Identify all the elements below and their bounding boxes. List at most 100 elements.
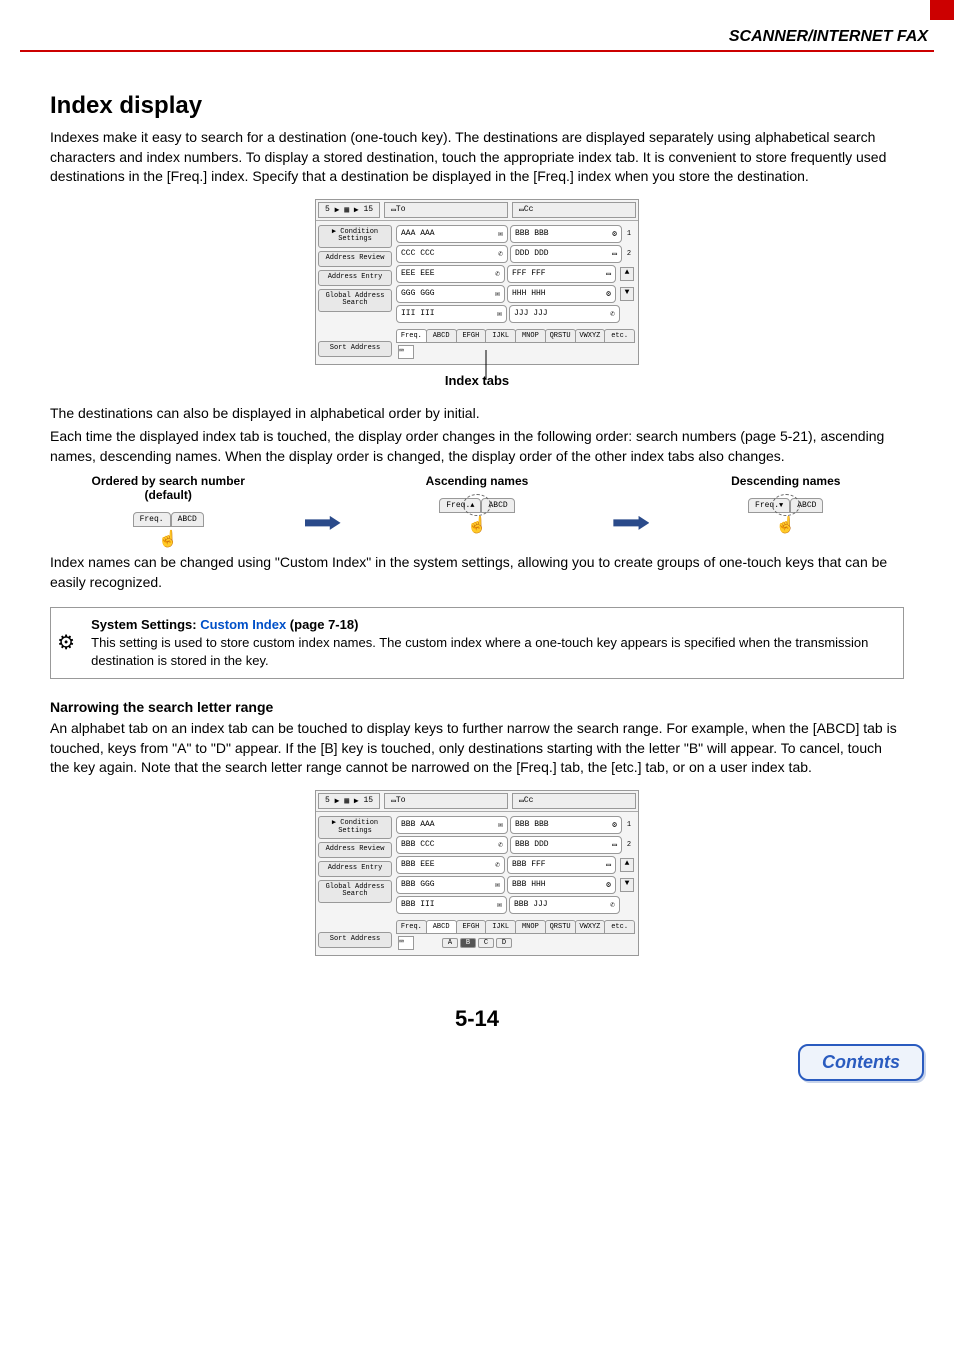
arrow-icon <box>613 516 649 530</box>
custom-index-link[interactable]: Custom Index <box>200 617 286 632</box>
index-tabs: Freq. ABCD EFGH IJKL MNOP QRSTU VWXYZ et… <box>396 329 634 343</box>
group-icon: ⚙ <box>612 820 617 830</box>
one-touch-key[interactable]: BBB BBB⚙ <box>510 816 622 834</box>
system-settings-note: ⚙ System Settings: Custom Index (page 7-… <box>50 607 904 680</box>
settings-icon: ⚙ <box>51 608 81 679</box>
page-title: Index display <box>50 92 904 120</box>
folder-icon: ▭ <box>612 249 617 259</box>
subtab-b[interactable]: B <box>460 938 476 948</box>
one-touch-key[interactable]: BBB BBB⚙ <box>510 225 622 243</box>
subtab-d[interactable]: D <box>496 938 512 948</box>
tab-etc[interactable]: etc. <box>604 920 635 934</box>
mini-tab-abcd: ABCD <box>790 498 823 513</box>
tab-mnop[interactable]: MNOP <box>515 329 546 343</box>
tab-ijkl[interactable]: IJKL <box>485 329 516 343</box>
address-review-btn[interactable]: Address Review <box>318 842 392 858</box>
index-tabs: Freq. ABCD EFGH IJKL MNOP QRSTU VWXYZ et… <box>396 920 634 934</box>
hand-icon: ☝ <box>377 515 577 535</box>
page-number: 5-14 <box>0 1006 954 1032</box>
one-touch-key[interactable]: BBB AAA✉ <box>396 816 508 834</box>
tab-vwxyz[interactable]: VWXYZ <box>575 920 606 934</box>
mode-label: Ordered by search number (default) <box>68 474 268 502</box>
phone-icon: ✆ <box>495 860 500 870</box>
subheading: Narrowing the search letter range <box>50 699 904 715</box>
address-entry-btn[interactable]: Address Entry <box>318 270 392 286</box>
one-touch-key[interactable]: BBB FFF▭ <box>507 856 616 874</box>
one-touch-key[interactable]: BBB JJJ✆ <box>509 896 620 914</box>
address-entry-btn[interactable]: Address Entry <box>318 861 392 877</box>
keyboard-icon[interactable]: ⌨ <box>398 345 414 359</box>
count-indicator: 5 ▶ ▦ ▶ 15 <box>318 202 380 218</box>
count-indicator: 5 ▶ ▦ ▶ 15 <box>318 793 380 809</box>
folder-icon: ▭ <box>606 860 611 870</box>
scroll-up-btn[interactable]: ▲ <box>620 858 634 872</box>
one-touch-key[interactable]: BBB GGG✉ <box>396 876 505 894</box>
section-header: SCANNER/INTERNET FAX <box>20 28 934 50</box>
tab-qrstu[interactable]: QRSTU <box>545 329 576 343</box>
order-modes-diagram: Ordered by search number (default) Freq.… <box>50 474 904 549</box>
cc-field[interactable]: ▭ Cc <box>512 202 636 218</box>
mode-label: Descending names <box>686 474 886 488</box>
cc-field[interactable]: ▭ Cc <box>512 793 636 809</box>
one-touch-key[interactable]: BBB HHH⚙ <box>507 876 616 894</box>
mini-tab-freq: Freq. <box>133 512 171 527</box>
one-touch-key[interactable]: BBB III✉ <box>396 896 507 914</box>
subtab-a[interactable]: A <box>442 938 458 948</box>
tab-freq[interactable]: Freq. <box>396 920 427 934</box>
one-touch-key[interactable]: AAA AAA✉ <box>396 225 508 243</box>
body-text: Index names can be changed using "Custom… <box>50 553 904 592</box>
tab-efgh[interactable]: EFGH <box>456 329 487 343</box>
tab-ijkl[interactable]: IJKL <box>485 920 516 934</box>
one-touch-key[interactable]: CCC CCC✆ <box>396 245 508 263</box>
sort-address-btn[interactable]: Sort Address <box>318 932 392 948</box>
one-touch-key[interactable]: BBB DDD▭ <box>510 836 622 854</box>
mail-icon: ✉ <box>495 880 500 890</box>
one-touch-key[interactable]: BBB EEE✆ <box>396 856 505 874</box>
tab-vwxyz[interactable]: VWXYZ <box>575 329 606 343</box>
mail-icon: ✉ <box>498 820 503 830</box>
hand-icon: ☝ <box>68 529 268 549</box>
tab-abcd[interactable]: ABCD <box>426 920 457 934</box>
scroll-down-btn[interactable]: ▼ <box>620 878 634 892</box>
one-touch-key[interactable]: BBB CCC✆ <box>396 836 508 854</box>
mail-icon: ✉ <box>495 289 500 299</box>
tab-efgh[interactable]: EFGH <box>456 920 487 934</box>
one-touch-key[interactable]: JJJ JJJ✆ <box>509 305 620 323</box>
letter-subtabs: A B C D <box>442 938 514 948</box>
address-panel-figure-1: 5 ▶ ▦ ▶ 15 ▭ To ▭ Cc ▶ Condition Setting… <box>315 199 639 365</box>
body-text: An alphabet tab on an index tab can be t… <box>50 719 904 778</box>
one-touch-key[interactable]: EEE EEE✆ <box>396 265 505 283</box>
one-touch-key[interactable]: HHH HHH⚙ <box>507 285 616 303</box>
contents-button[interactable]: Contents <box>798 1044 924 1081</box>
sort-address-btn[interactable]: Sort Address <box>318 341 392 357</box>
note-label: System Settings: <box>91 617 200 632</box>
scroll-down-btn[interactable]: ▼ <box>620 287 634 301</box>
tab-mnop[interactable]: MNOP <box>515 920 546 934</box>
scroll-up-btn[interactable]: ▲ <box>620 267 634 281</box>
condition-settings-btn[interactable]: ▶ Condition Settings <box>318 225 392 248</box>
body-text: The destinations can also be displayed i… <box>50 404 904 424</box>
phone-icon: ✆ <box>610 309 615 319</box>
mail-icon: ✉ <box>497 900 502 910</box>
one-touch-key[interactable]: GGG GGG✉ <box>396 285 505 303</box>
address-review-btn[interactable]: Address Review <box>318 251 392 267</box>
mode-label: Ascending names <box>377 474 577 488</box>
global-search-btn[interactable]: Global Address Search <box>318 880 392 903</box>
one-touch-key[interactable]: III III✉ <box>396 305 507 323</box>
mini-tab-freq: Freq.▲ <box>439 498 481 513</box>
hand-icon: ☝ <box>686 515 886 535</box>
phone-icon: ✆ <box>495 269 500 279</box>
keyboard-icon[interactable]: ⌨ <box>398 936 414 950</box>
tab-etc[interactable]: etc. <box>604 329 635 343</box>
condition-settings-btn[interactable]: ▶ Condition Settings <box>318 816 392 839</box>
global-search-btn[interactable]: Global Address Search <box>318 289 392 312</box>
one-touch-key[interactable]: FFF FFF▭ <box>507 265 616 283</box>
phone-icon: ✆ <box>610 900 615 910</box>
tab-qrstu[interactable]: QRSTU <box>545 920 576 934</box>
one-touch-key[interactable]: DDD DDD▭ <box>510 245 622 263</box>
tab-abcd[interactable]: ABCD <box>426 329 457 343</box>
to-field[interactable]: ▭ To <box>384 793 508 809</box>
tab-freq[interactable]: Freq. <box>396 329 427 343</box>
subtab-c[interactable]: C <box>478 938 494 948</box>
to-field[interactable]: ▭ To <box>384 202 508 218</box>
